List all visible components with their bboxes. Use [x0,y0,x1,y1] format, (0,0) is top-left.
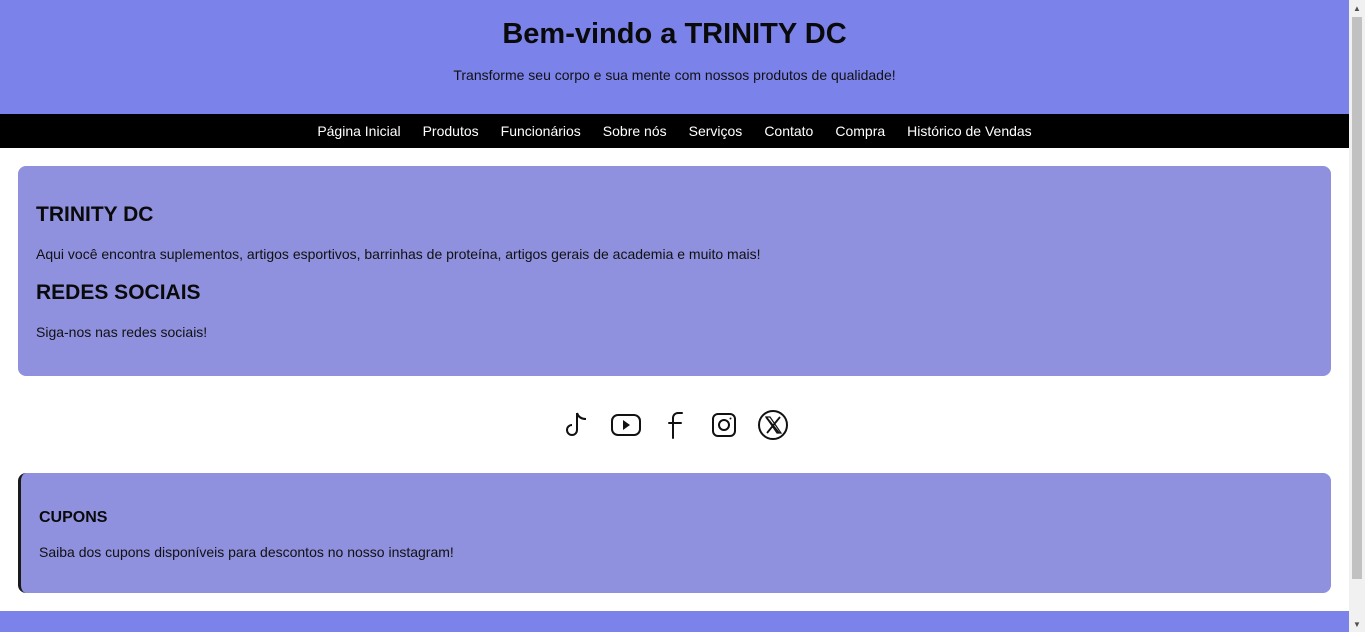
site-header: Bem-vindo a TRINITY DC Transforme seu co… [0,0,1349,114]
vertical-scrollbar[interactable]: ▲ ▼ [1349,0,1365,632]
nav-link-historico-de-vendas[interactable]: Histórico de Vendas [907,114,1032,148]
page-title: Bem-vindo a TRINITY DC [502,18,847,50]
nav-link-funcionarios[interactable]: Funcionários [501,114,581,148]
about-heading: TRINITY DC [36,203,154,226]
coupons-card: CUPONS Saiba dos cupons disponíveis para… [18,473,1331,593]
page: Bem-vindo a TRINITY DC Transforme seu co… [0,0,1349,632]
about-text: Aqui você encontra suplementos, artigos … [36,246,761,262]
nav-link-sobre-nos[interactable]: Sobre nós [603,114,667,148]
coupons-heading: CUPONS [39,509,108,526]
page-subtitle: Transforme seu corpo e sua mente com nos… [453,67,896,83]
nav-link-servicos[interactable]: Serviços [689,114,743,148]
facebook-icon[interactable] [659,409,691,441]
social-heading: REDES SOCIAIS [36,281,201,304]
social-text: Siga-nos nas redes sociais! [36,324,208,340]
instagram-icon[interactable] [708,409,740,441]
youtube-icon[interactable] [610,409,642,441]
nav-link-contato[interactable]: Contato [764,114,813,148]
nav-link-produtos[interactable]: Produtos [423,114,479,148]
site-footer [0,611,1349,632]
tiktok-icon[interactable] [561,409,593,441]
coupons-text: Saiba dos cupons disponíveis para descon… [39,544,454,560]
social-links [0,405,1349,445]
scroll-down-icon[interactable]: ▼ [1349,616,1365,632]
about-card: TRINITY DC Aqui você encontra suplemento… [18,166,1331,376]
scrollbar-thumb[interactable] [1352,17,1362,579]
nav-link-compra[interactable]: Compra [835,114,885,148]
x-twitter-icon[interactable] [757,409,789,441]
nav-link-pagina-inicial[interactable]: Página Inicial [317,114,400,148]
scroll-up-icon[interactable]: ▲ [1349,0,1365,16]
main-nav: Página Inicial Produtos Funcionários Sob… [0,114,1349,148]
